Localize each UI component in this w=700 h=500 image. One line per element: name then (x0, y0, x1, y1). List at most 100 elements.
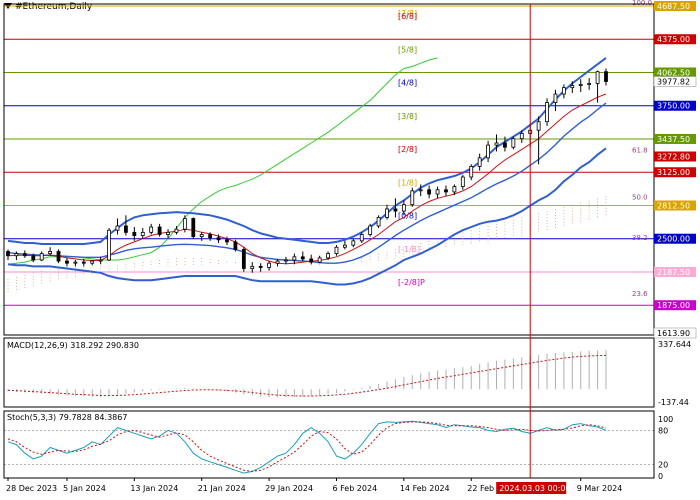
candle (6, 249, 10, 261)
candle (267, 261, 271, 271)
candle-body (604, 71, 608, 82)
stoch-label: Stoch(5,3,3) 79.7828 84.3867 (7, 413, 127, 422)
candle-body (595, 71, 600, 84)
candle-body (545, 102, 549, 123)
candle (241, 247, 246, 272)
price-tag-text: 4375.00 (657, 35, 690, 44)
candle-body (216, 237, 221, 241)
candle-body (124, 225, 128, 233)
candle-body (233, 241, 238, 250)
candle-body (410, 190, 415, 206)
price-tag: 3272.80 (654, 151, 696, 162)
main-panel-frame (3, 3, 655, 336)
price-tag: 3437.50 (654, 133, 696, 144)
murray-level-label: [-1/8] (398, 245, 420, 254)
candle (486, 140, 490, 163)
candle-body (401, 204, 406, 212)
fib-level-label: 38.2 (632, 234, 648, 242)
candle-body (309, 258, 314, 263)
candle (65, 257, 69, 267)
candle-body (182, 218, 187, 230)
candle (343, 240, 347, 250)
candle (157, 223, 162, 237)
candle-body (511, 138, 516, 148)
candle (233, 239, 238, 252)
chart-canvas[interactable]: [7/8][6/8][5/8][4/8][3/8][2/8][1/8][0/8]… (0, 0, 700, 500)
price-tag-text: 3272.80 (657, 153, 690, 162)
candle-body (452, 186, 457, 193)
candle-body (174, 228, 179, 233)
price-tag-text: 4687.50 (657, 2, 690, 11)
price-tag-text: 3750.00 (657, 102, 690, 111)
lagging-span-line (7, 57, 438, 265)
price-tag-text: 2500.00 (657, 235, 690, 244)
candle (587, 78, 592, 90)
candle (460, 174, 465, 190)
price-tag-text: 3125.00 (657, 168, 690, 177)
macd-max-label: 337.644 (658, 340, 691, 349)
candle-body (48, 251, 53, 255)
time-axis-label: 6 Feb 2024 (332, 484, 377, 493)
candle (56, 249, 61, 264)
price-tag: 3750.00 (654, 100, 696, 111)
stoch-main-line (7, 420, 607, 474)
candle-body (578, 84, 583, 86)
candle (435, 186, 440, 199)
candle (300, 251, 305, 262)
candle-body (225, 239, 229, 243)
price-tag: 1613.90 (653, 327, 697, 339)
candle (309, 254, 314, 265)
time-axis-label: 14 Feb 2024 (400, 484, 450, 493)
murray-level-label: [1/8] (398, 178, 417, 187)
candle-body (418, 189, 423, 192)
murray-level-label: [2/8] (398, 145, 417, 154)
candle (107, 228, 111, 262)
candle-body (275, 260, 280, 264)
macd-panel: MACD(12,26,9) 318.292 290.830 (7, 341, 607, 398)
candle (250, 262, 255, 273)
candle-body (22, 253, 27, 257)
candle (536, 116, 541, 165)
time-axis-label: 21 Jan 2024 (198, 484, 246, 493)
candle-body (477, 157, 482, 167)
macd-min-label: -137.44 (658, 398, 689, 407)
candle-body (73, 261, 78, 264)
price-tag: 2812.50 (654, 200, 696, 211)
candle-body (494, 142, 499, 146)
candle-body (267, 262, 271, 268)
candle (140, 228, 145, 239)
price-tag: 1875.00 (654, 300, 696, 311)
candle (351, 238, 356, 248)
macd-signal-line (7, 354, 607, 397)
murray-level-label: [4/8] (398, 79, 417, 88)
candle-body (157, 226, 162, 235)
candle (359, 232, 364, 243)
candle-body (284, 259, 288, 262)
macd-label: MACD(12,26,9) 318.292 290.830 (7, 341, 139, 350)
candle (578, 79, 583, 92)
candle-body (486, 144, 490, 159)
candle-body (31, 255, 36, 261)
candle (22, 250, 27, 258)
candle-body (393, 208, 398, 212)
candle (149, 223, 154, 235)
candle-body (258, 265, 263, 268)
price-tag-text: 3437.50 (657, 135, 690, 144)
candle (376, 215, 381, 229)
candle-body (503, 142, 507, 148)
candle-body (115, 225, 120, 231)
candle (545, 98, 549, 126)
murray-level-label: [3/8] (398, 112, 417, 121)
stoch-axis-label: 80 (658, 426, 668, 435)
stoch-signal-line (7, 421, 607, 472)
candle-body (90, 260, 95, 264)
price-tag: 3125.00 (654, 167, 696, 178)
price-tag-text: 2187.50 (657, 268, 690, 277)
candle-body (469, 165, 474, 178)
candle-body (107, 229, 111, 261)
candle-body (334, 246, 339, 255)
candle-body (343, 244, 347, 248)
candle (14, 251, 19, 261)
candle-body (427, 189, 432, 195)
candle (115, 218, 120, 235)
